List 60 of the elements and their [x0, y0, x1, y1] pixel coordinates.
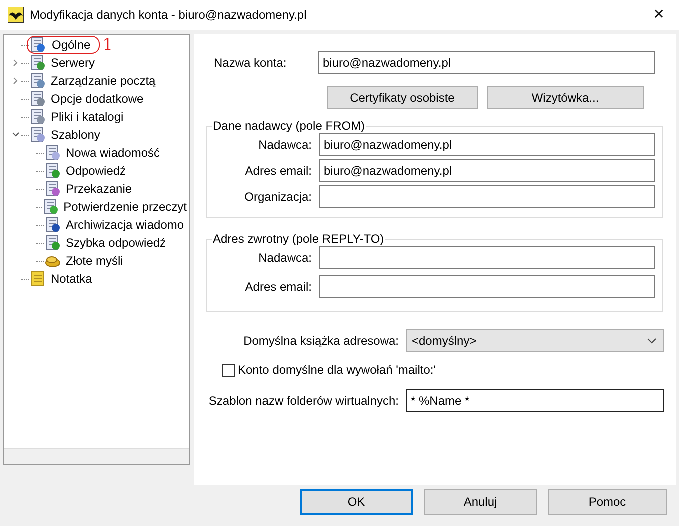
close-button[interactable]: ✕: [639, 0, 679, 30]
push-button[interactable]: Wizytówka...: [487, 86, 644, 109]
input-field[interactable]: * %Name *: [406, 389, 664, 412]
tree-item[interactable]: Złote myśli: [64, 254, 126, 268]
tree-item[interactable]: Przekazanie: [64, 182, 134, 196]
dropdown[interactable]: <domyślny>: [406, 329, 664, 352]
field-label: Nazwa konta:: [213, 56, 288, 70]
note-icon: [30, 271, 46, 287]
horizontal-scrollbar[interactable]: [4, 448, 189, 464]
input-field[interactable]: [319, 246, 655, 269]
expand-icon[interactable]: [12, 77, 20, 85]
group-title: Dane nadawcy (pole FROM): [212, 119, 366, 133]
document-icon: [45, 235, 61, 251]
tree-item[interactable]: Odpowiedź: [64, 164, 128, 178]
tree-item[interactable]: Archiwizacja wiadomo: [64, 218, 186, 232]
dialog-button[interactable]: OK: [300, 489, 413, 515]
field-label: Adres email:: [244, 280, 313, 294]
input-field[interactable]: [319, 185, 655, 208]
field-label: Domyślna książka adresowa:: [242, 334, 400, 348]
tree-item[interactable]: Notatka: [49, 272, 94, 286]
annotation-number: 1: [102, 38, 113, 52]
tree-item[interactable]: Szablony: [49, 128, 102, 142]
tree-item[interactable]: Ogólne: [27, 36, 100, 54]
document-icon: [45, 145, 61, 161]
document-icon: [30, 127, 46, 143]
checkbox-label: Konto domyślne dla wywołań 'mailto:': [238, 363, 436, 377]
input-field[interactable]: [319, 275, 655, 298]
document-icon: [42, 199, 59, 215]
input-field[interactable]: biuro@nazwadomeny.pl: [319, 159, 655, 182]
expand-icon[interactable]: [12, 59, 20, 67]
document-icon: [30, 55, 46, 71]
tree-item[interactable]: Serwery: [49, 56, 98, 70]
document-icon: [30, 109, 46, 125]
document-icon: [30, 91, 46, 107]
document-icon: [45, 163, 61, 179]
tree-item[interactable]: Szybka odpowiedź: [64, 236, 168, 250]
document-icon: [30, 73, 46, 89]
checkbox[interactable]: [222, 364, 235, 376]
push-button[interactable]: Certyfikaty osobiste: [327, 86, 478, 109]
tree-item[interactable]: Opcje dodatkowe: [49, 92, 146, 106]
field-label: Nadawca:: [258, 250, 313, 264]
dialog-button[interactable]: Pomoc: [548, 489, 667, 515]
input-field[interactable]: biuro@nazwadomeny.pl: [319, 133, 655, 156]
field-label: Organizacja:: [244, 190, 313, 204]
collapse-icon[interactable]: [12, 131, 20, 139]
group-title: Adres zwrotny (pole REPLY-TO): [212, 232, 386, 246]
field-label: Nadawca:: [258, 138, 313, 152]
input-field[interactable]: biuro@nazwadomeny.pl: [318, 51, 655, 74]
field-label: Adres email:: [244, 164, 313, 178]
tree-item[interactable]: Nowa wiadomość: [64, 146, 162, 160]
document-icon: [45, 217, 61, 233]
tree-item[interactable]: Pliki i katalogi: [49, 110, 126, 124]
tree-item[interactable]: Potwierdzenie przeczyt: [62, 200, 189, 214]
tree-item[interactable]: Zarządzanie pocztą: [49, 74, 158, 88]
document-icon: [45, 181, 61, 197]
dialog-button[interactable]: Anuluj: [424, 489, 537, 515]
document-icon: [30, 37, 46, 53]
app-icon: [8, 7, 24, 23]
field-label: Szablon nazw folderów wirtualnych:: [208, 394, 400, 408]
window-title: Modyfikacja danych konta - biuro@nazwadomeny.pl: [30, 8, 308, 22]
